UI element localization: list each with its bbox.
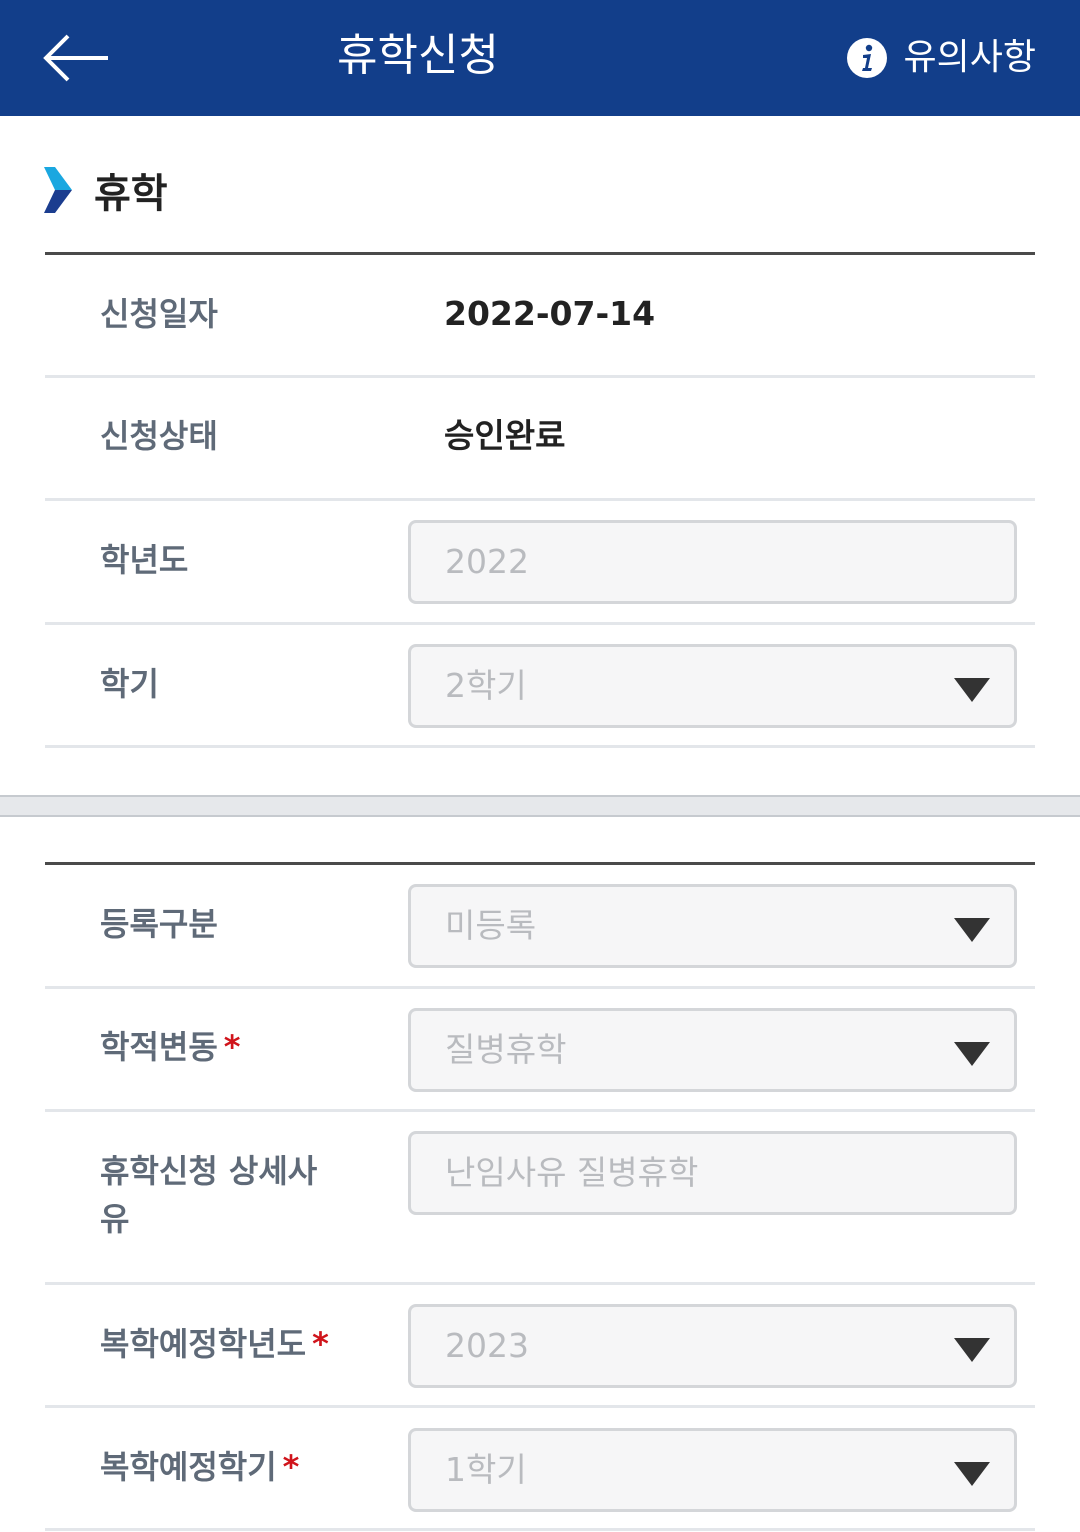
section-heading: 휴학 <box>44 162 168 218</box>
section-title: 휴학 <box>94 171 168 217</box>
app-header: 휴학신청 유의사항 <box>0 0 1080 116</box>
apply-status-value: 승인완료 <box>444 416 566 455</box>
row-divider <box>45 498 1035 501</box>
detail-reason-label-line1: 휴학신청 상세사 <box>100 1152 318 1190</box>
apply-date-label: 신청일자 <box>100 295 218 333</box>
registration-type-label: 등록구분 <box>100 905 218 943</box>
status-change-value: 질병휴학 <box>445 1030 567 1069</box>
dropdown-arrow-icon <box>954 1462 990 1486</box>
required-mark: * <box>223 1028 241 1066</box>
status-change-select[interactable]: 질병휴학 <box>408 1008 1017 1092</box>
detail-reason-field[interactable]: 난임사유 질병휴학 <box>408 1131 1017 1215</box>
dropdown-arrow-icon <box>954 678 990 702</box>
row-divider <box>45 1109 1035 1112</box>
academic-year-label: 학년도 <box>100 541 189 579</box>
apply-date-value: 2022-07-14 <box>444 294 656 333</box>
section-top-divider <box>45 252 1035 255</box>
row-divider <box>45 986 1035 989</box>
detail-reason-label: 휴학신청 상세사 유 <box>100 1147 317 1243</box>
form-top-divider <box>45 862 1035 865</box>
required-mark: * <box>312 1325 329 1363</box>
row-divider <box>45 1405 1035 1408</box>
dropdown-arrow-icon <box>954 918 990 942</box>
dropdown-arrow-icon <box>954 1338 990 1362</box>
academic-year-field: 2022 <box>408 520 1017 604</box>
status-change-label: 학적변동 * <box>100 1023 241 1071</box>
status-change-label-text: 학적변동 <box>100 1028 218 1066</box>
semester-value: 2학기 <box>445 666 527 705</box>
page-title: 휴학신청 <box>337 30 499 81</box>
return-year-label-text: 복학예정학년도 <box>100 1325 307 1363</box>
return-year-label: 복학예정학년도 * <box>100 1320 329 1368</box>
academic-year-value: 2022 <box>445 542 529 581</box>
return-semester-select[interactable]: 1학기 <box>408 1428 1017 1512</box>
detail-reason-label-line2: 유 <box>100 1200 130 1238</box>
info-icon <box>846 38 887 78</box>
registration-type-value: 미등록 <box>445 906 537 945</box>
chevron-right-icon <box>44 167 72 213</box>
return-semester-value: 1학기 <box>445 1450 527 1489</box>
row-divider <box>45 1282 1035 1285</box>
apply-status-label: 신청상태 <box>100 417 218 455</box>
notice-button[interactable]: 유의사항 <box>846 30 1036 86</box>
row-divider <box>45 375 1035 378</box>
section-separator <box>0 795 1080 817</box>
row-divider <box>45 622 1035 625</box>
semester-select[interactable]: 2학기 <box>408 644 1017 728</box>
detail-reason-value: 난임사유 질병휴학 <box>445 1153 699 1192</box>
notice-label: 유의사항 <box>903 37 1036 78</box>
semester-label: 학기 <box>100 665 159 703</box>
required-mark: * <box>282 1448 300 1486</box>
return-semester-label-text: 복학예정학기 <box>100 1448 277 1486</box>
return-year-value: 2023 <box>445 1326 529 1365</box>
row-divider <box>45 1528 1035 1531</box>
registration-type-select[interactable]: 미등록 <box>408 884 1017 968</box>
dropdown-arrow-icon <box>954 1042 990 1066</box>
return-semester-label: 복학예정학기 * <box>100 1443 299 1491</box>
return-year-select[interactable]: 2023 <box>408 1304 1017 1388</box>
row-divider <box>45 745 1035 748</box>
